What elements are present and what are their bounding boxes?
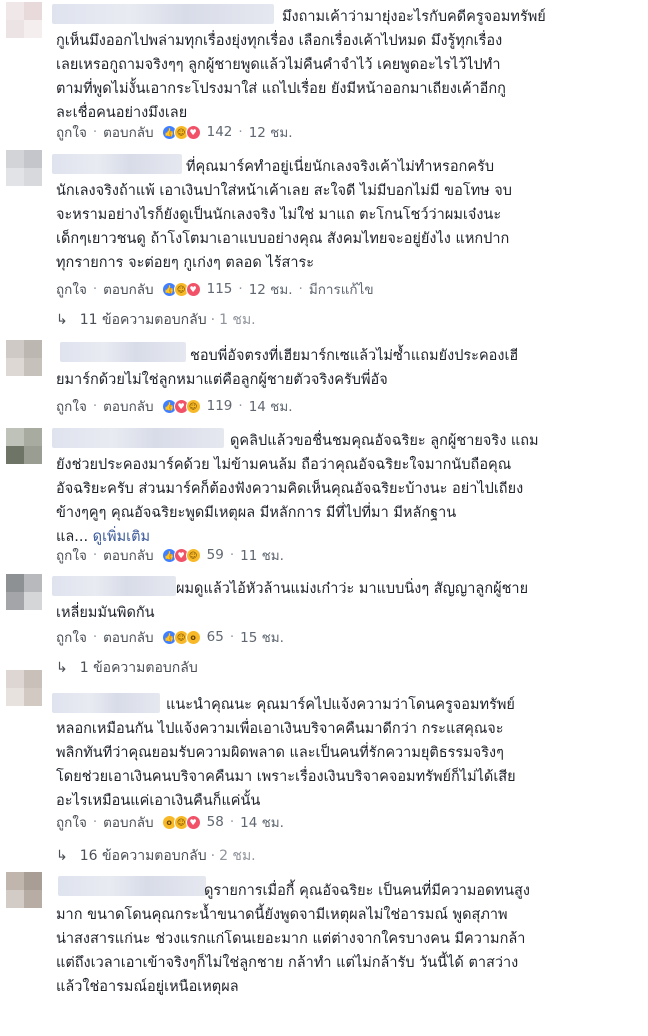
view-replies-link[interactable]: ↳ 16 ข้อความตอบกลับ · 2 ชม. <box>56 845 256 867</box>
love-reaction-icon: ♥ <box>185 814 201 830</box>
reaction-count: 59 <box>206 547 224 563</box>
comment-text: ดูคลิปแล้วขอชื่นชมคุณอัจฉริยะ ลูกผู้ชายจ… <box>56 429 596 549</box>
like-link[interactable]: ถูกใจ <box>56 626 87 648</box>
reaction-count: 115 <box>206 281 233 297</box>
avatar[interactable] <box>6 150 42 186</box>
reaction-count: 65 <box>206 629 224 645</box>
reply-arrow-icon: ↳ <box>56 312 68 328</box>
view-replies-link[interactable]: ↳ 11 ข้อความตอบกลับ · 1 ชม. <box>56 309 256 331</box>
comment-text: ดูรายการเมื่อกี้ คุณอัจฉริยะ เป็นคนที่มี… <box>56 883 530 995</box>
avatar[interactable] <box>6 428 42 464</box>
comment-text: แนะนำคุณนะ คุณมาร์คไปแจ้งความว่าโดนครูจอ… <box>56 697 516 809</box>
reaction-icons[interactable]: 👍 ☺ ♥ <box>161 281 201 297</box>
like-link[interactable]: ถูกใจ <box>56 121 87 143</box>
like-link[interactable]: ถูกใจ <box>56 544 87 566</box>
reply-arrow-icon: ↳ <box>56 660 68 676</box>
comment-text: ผมดูแล้วไอ้หัวล้านแม่งเก๋าว่ะ มาแบบนิ่งๆ… <box>56 581 529 621</box>
reaction-count: 119 <box>206 398 233 414</box>
separator-dot: · <box>92 814 98 830</box>
separator-dot: · <box>229 547 235 563</box>
avatar[interactable] <box>6 670 42 706</box>
comment-actions: ถูกใจ · ตอบกลับ 👍 ☺ ♥ 142 · 12 ชม. <box>56 122 293 142</box>
comment-time[interactable]: 12 ชม. <box>249 278 293 300</box>
reply-time: 1 ชม. <box>219 312 256 328</box>
comment-actions: ถูกใจ · ตอบกลับ 👍 ♥ ☺ 119 · 14 ชม. <box>56 396 293 416</box>
love-reaction-icon: ♥ <box>185 281 201 297</box>
comment-text: ชอบพี่อัจตรงที่เฮียมาร์กเซแล้วไม่ซ้ำแถมย… <box>56 348 519 388</box>
like-link[interactable]: ถูกใจ <box>56 395 87 417</box>
comment-actions: ถูกใจ · ตอบกลับ o ☺ ♥ 58 · 14 ชม. <box>56 812 284 832</box>
see-more-link[interactable]: ดูเพิ่มเติม <box>93 529 150 545</box>
reply-count-label[interactable]: 1 ข้อความตอบกลับ <box>80 657 198 679</box>
haha-reaction-icon: ☺ <box>185 547 201 563</box>
comment-actions: ถูกใจ · ตอบกลับ 👍 ☺ o 65 · 15 ชม. <box>56 627 284 647</box>
separator-dot: · <box>229 814 235 830</box>
reaction-icons[interactable]: 👍 ♥ ☺ <box>161 547 201 563</box>
avatar[interactable] <box>6 2 42 38</box>
comment-text: ที่คุณมาร์คทำอยู่เนี่ยนักเลงจริงเค้าไม่ท… <box>56 159 512 271</box>
reaction-icons[interactable]: 👍 ☺ ♥ <box>161 124 201 140</box>
separator-dot: · <box>238 398 243 414</box>
comment-time[interactable]: 12 ชม. <box>249 121 293 143</box>
separator-dot: · <box>210 848 216 864</box>
reply-link[interactable]: ตอบกลับ <box>103 626 153 648</box>
reply-link[interactable]: ตอบกลับ <box>103 811 153 833</box>
separator-dot: · <box>238 124 243 140</box>
avatar[interactable] <box>6 872 42 908</box>
reaction-icons[interactable]: 👍 ♥ ☺ <box>161 398 201 414</box>
separator-dot: · <box>210 312 216 328</box>
reply-link[interactable]: ตอบกลับ <box>103 544 153 566</box>
separator-dot: · <box>298 281 303 297</box>
reply-link[interactable]: ตอบกลับ <box>103 395 153 417</box>
separator-dot: · <box>229 629 235 645</box>
reaction-icons[interactable]: 👍 ☺ o <box>161 629 201 645</box>
edited-label[interactable]: มีการแก้ไข <box>309 278 374 300</box>
avatar[interactable] <box>6 340 42 376</box>
comment-time[interactable]: 11 ชม. <box>240 544 284 566</box>
view-replies-link[interactable]: ↳ 1 ข้อความตอบกลับ <box>56 657 198 679</box>
reaction-count: 58 <box>206 814 224 830</box>
like-link[interactable]: ถูกใจ <box>56 278 87 300</box>
separator-dot: · <box>92 124 98 140</box>
reply-arrow-icon: ↳ <box>56 848 68 864</box>
separator-dot: · <box>92 547 98 563</box>
avatar[interactable] <box>6 574 42 610</box>
reply-link[interactable]: ตอบกลับ <box>103 121 153 143</box>
reaction-count: 142 <box>206 124 233 140</box>
separator-dot: · <box>238 281 243 297</box>
comment-actions: ถูกใจ · ตอบกลับ 👍 ♥ ☺ 59 · 11 ชม. <box>56 545 284 565</box>
comment-time[interactable]: 14 ชม. <box>249 395 293 417</box>
comment-time[interactable]: 14 ชม. <box>240 811 284 833</box>
reply-count-label[interactable]: 11 ข้อความตอบกลับ <box>80 309 207 331</box>
comment-actions: ถูกใจ · ตอบกลับ 👍 ☺ ♥ 115 · 12 ชม. · มีก… <box>56 279 374 299</box>
separator-dot: · <box>92 629 98 645</box>
separator-dot: · <box>92 398 98 414</box>
reply-link[interactable]: ตอบกลับ <box>103 278 153 300</box>
comment-text: มึงถามเค้าว่ามายุ่งอะไรกับคดีครูจอมทรัพย… <box>56 9 546 121</box>
haha-reaction-icon: ☺ <box>185 398 201 414</box>
separator-dot: · <box>92 281 98 297</box>
reaction-icons[interactable]: o ☺ ♥ <box>161 814 201 830</box>
reply-count-label[interactable]: 16 ข้อความตอบกลับ <box>80 845 207 867</box>
love-reaction-icon: ♥ <box>185 124 201 140</box>
wow-reaction-icon: o <box>185 629 201 645</box>
comment-time[interactable]: 15 ชม. <box>240 626 284 648</box>
reply-time: 2 ชม. <box>219 848 256 864</box>
like-link[interactable]: ถูกใจ <box>56 811 87 833</box>
